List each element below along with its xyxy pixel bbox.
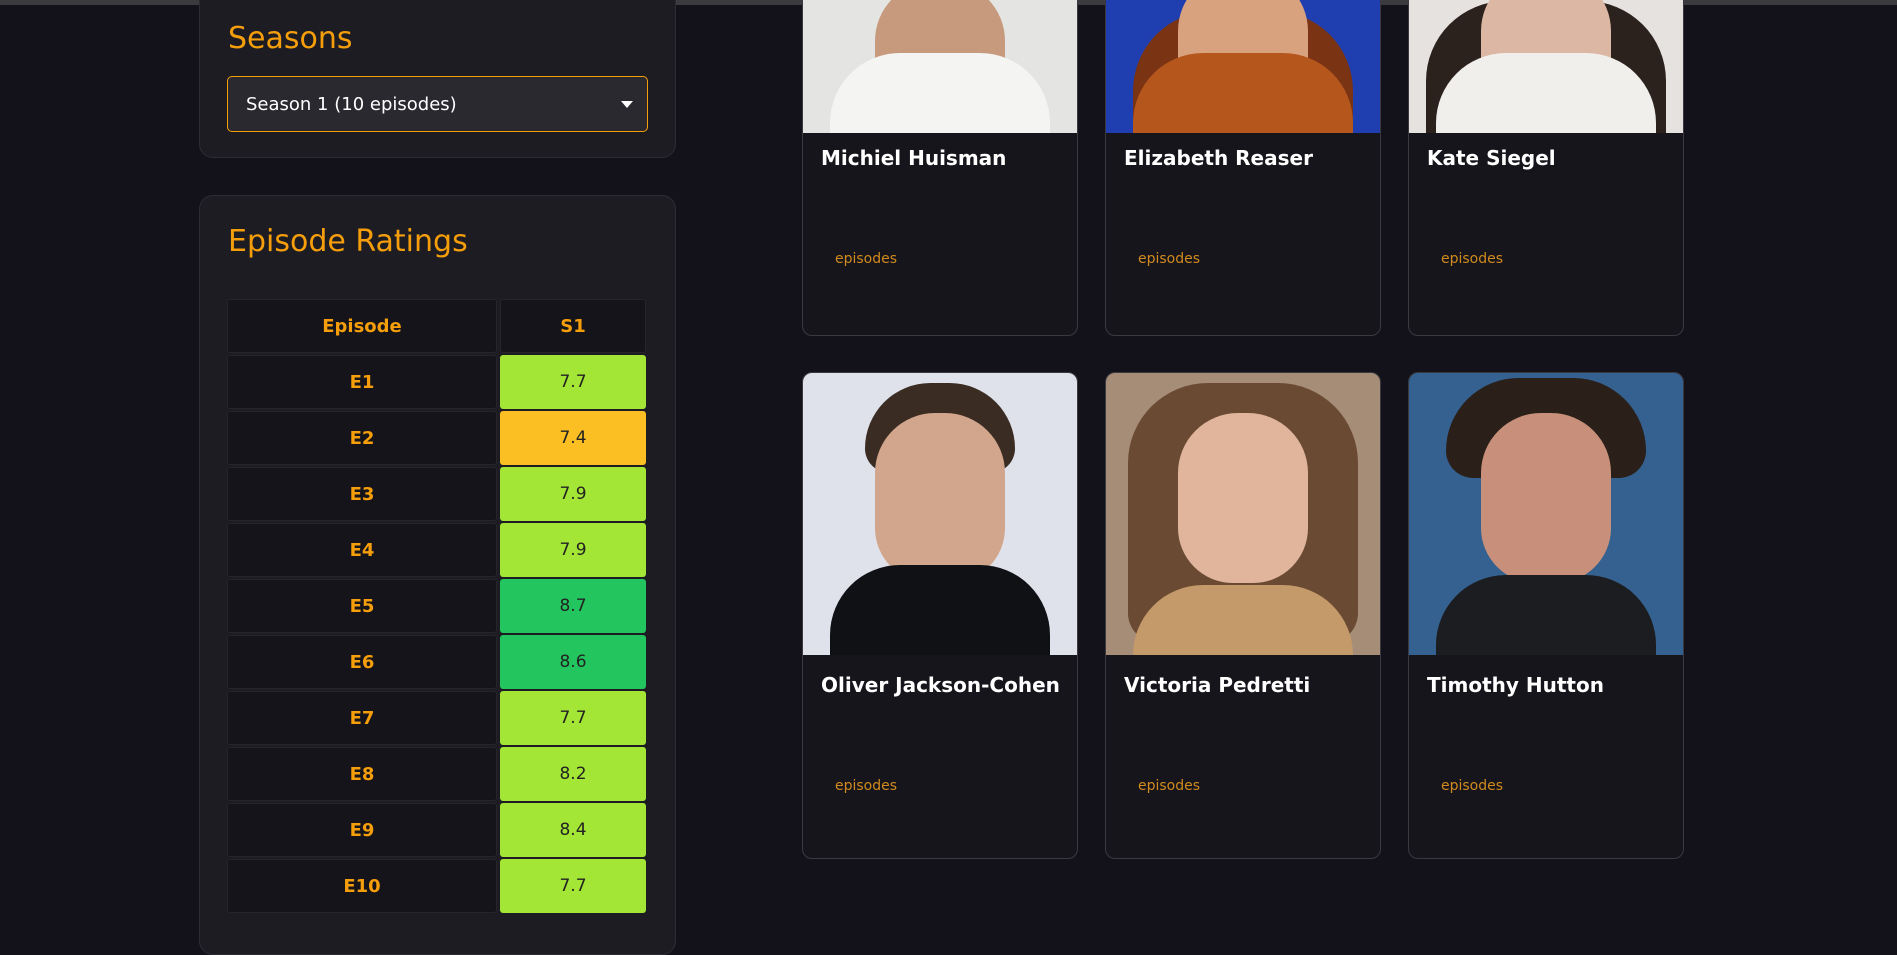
table-row: E2 7.4 xyxy=(227,411,648,465)
season-select[interactable]: Season 1 (10 episodes) xyxy=(227,76,648,132)
episode-label: E10 xyxy=(227,859,497,913)
cast-photo xyxy=(803,373,1077,655)
table-row: E8 8.2 xyxy=(227,747,648,801)
episode-label: E9 xyxy=(227,803,497,857)
cast-name: Elizabeth Reaser xyxy=(1124,146,1313,170)
cast-card-elizabeth-reaser[interactable]: Elizabeth Reaser episodes xyxy=(1105,0,1381,336)
cast-episodes-link[interactable]: episodes xyxy=(835,778,897,794)
ratings-header-row: Episode S1 xyxy=(227,299,648,353)
season-select-value: Season 1 (10 episodes) xyxy=(246,93,457,115)
ratings-table: Episode S1 E1 7.7 E2 7.4 E3 7.9 E4 7.9 E5 8.7 E6 8.… xyxy=(227,299,648,915)
episode-label: E2 xyxy=(227,411,497,465)
episode-label: E5 xyxy=(227,579,497,633)
cast-name: Victoria Pedretti xyxy=(1124,673,1311,697)
cast-episodes-link[interactable]: episodes xyxy=(1441,251,1503,267)
cast-card-timothy-hutton[interactable]: Timothy Hutton episodes xyxy=(1408,372,1684,859)
table-row: E9 8.4 xyxy=(227,803,648,857)
episode-column-header: Episode xyxy=(227,299,497,353)
episode-label: E7 xyxy=(227,691,497,745)
rating-value: 8.2 xyxy=(500,747,646,801)
seasons-panel: Seasons Season 1 (10 episodes) xyxy=(199,0,676,158)
cast-card-oliver-jackson-cohen[interactable]: Oliver Jackson-Cohen episodes xyxy=(802,372,1078,859)
episode-label: E6 xyxy=(227,635,497,689)
table-row: E6 8.6 xyxy=(227,635,648,689)
rating-value: 8.4 xyxy=(500,803,646,857)
cast-photo xyxy=(1106,0,1380,133)
cast-card-kate-siegel[interactable]: Kate Siegel episodes xyxy=(1408,0,1684,336)
table-row: E3 7.9 xyxy=(227,467,648,521)
rating-value: 7.7 xyxy=(500,355,646,409)
table-row: E1 7.7 xyxy=(227,355,648,409)
cast-name: Timothy Hutton xyxy=(1427,673,1604,697)
rating-value: 7.7 xyxy=(500,691,646,745)
rating-value: 7.9 xyxy=(500,467,646,521)
cast-episodes-link[interactable]: episodes xyxy=(1138,778,1200,794)
episode-label: E4 xyxy=(227,523,497,577)
seasons-title: Seasons xyxy=(228,21,353,56)
cast-photo xyxy=(1106,373,1380,655)
cast-episodes-link[interactable]: episodes xyxy=(1138,251,1200,267)
rating-value: 8.6 xyxy=(500,635,646,689)
table-row: E10 7.7 xyxy=(227,859,648,913)
episode-label: E1 xyxy=(227,355,497,409)
cast-episodes-link[interactable]: episodes xyxy=(1441,778,1503,794)
rating-value: 7.9 xyxy=(500,523,646,577)
table-row: E5 8.7 xyxy=(227,579,648,633)
season-column-header: S1 xyxy=(500,299,646,353)
cast-card-victoria-pedretti[interactable]: Victoria Pedretti episodes xyxy=(1105,372,1381,859)
caret-down-icon xyxy=(621,101,633,108)
cast-card-michiel-huisman[interactable]: Michiel Huisman episodes xyxy=(802,0,1078,336)
cast-name: Oliver Jackson-Cohen xyxy=(821,673,1060,697)
table-row: E4 7.9 xyxy=(227,523,648,577)
cast-photo xyxy=(803,0,1077,133)
episode-label: E3 xyxy=(227,467,497,521)
table-row: E7 7.7 xyxy=(227,691,648,745)
episode-ratings-panel: Episode Ratings Episode S1 E1 7.7 E2 7.4 E3 7… xyxy=(199,195,676,955)
rating-value: 7.7 xyxy=(500,859,646,913)
cast-episodes-link[interactable]: episodes xyxy=(835,251,897,267)
rating-value: 8.7 xyxy=(500,579,646,633)
episode-label: E8 xyxy=(227,747,497,801)
cast-name: Michiel Huisman xyxy=(821,146,1007,170)
cast-name: Kate Siegel xyxy=(1427,146,1556,170)
cast-photo xyxy=(1409,0,1683,133)
episode-ratings-title: Episode Ratings xyxy=(228,224,468,259)
cast-photo xyxy=(1409,373,1683,655)
rating-value: 7.4 xyxy=(500,411,646,465)
